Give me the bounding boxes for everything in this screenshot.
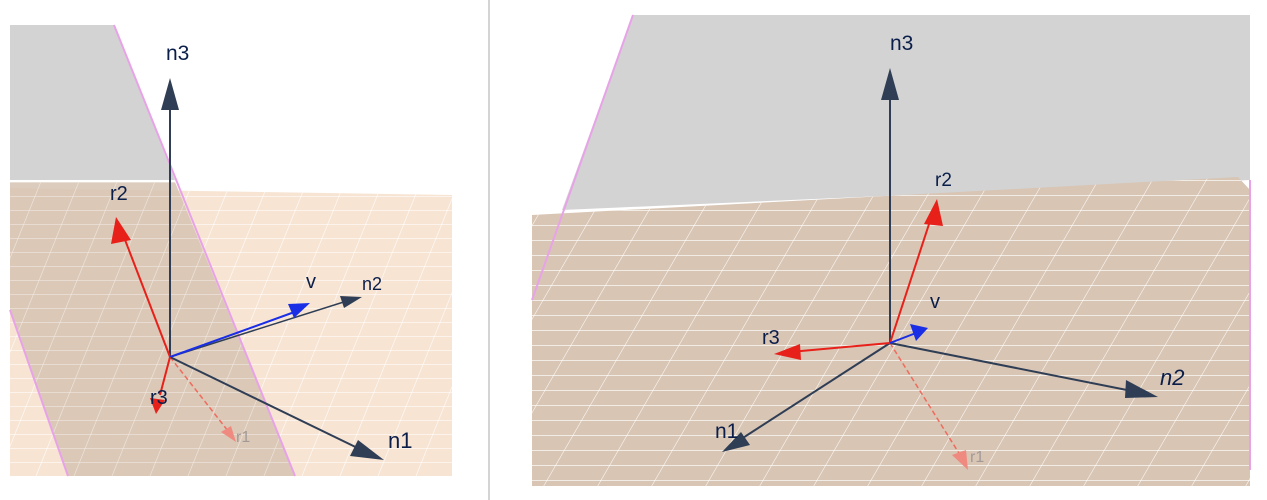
r1-label: r1 (236, 429, 250, 446)
n2-label: n2 (362, 274, 382, 294)
n3-label: n3 (890, 32, 913, 55)
n1-label: n1 (388, 428, 412, 453)
n3-label: n3 (166, 42, 189, 65)
r2-label: r2 (935, 170, 952, 191)
r3-label: r3 (150, 387, 168, 409)
n2-label: n2 (1160, 365, 1184, 390)
right-3d-view[interactable]: r1 n1 n2 r3 n3 r2 v (500, 0, 1267, 500)
n1-label: n1 (715, 420, 738, 443)
v-label: v (930, 291, 940, 313)
n3-arrowhead (161, 78, 179, 110)
left-view-canvas[interactable]: r1 n1 n3 r2 n2 v r3 (0, 0, 460, 500)
gray-plane (10, 25, 175, 180)
r3-label: r3 (762, 327, 780, 349)
r2-label: r2 (110, 183, 128, 205)
v-label: v (306, 271, 316, 293)
right-view-canvas[interactable]: r1 n1 n2 r3 n3 r2 v (500, 0, 1267, 500)
panel-divider (488, 0, 490, 500)
r1-label: r1 (970, 449, 984, 466)
left-3d-view[interactable]: r1 n1 n3 r2 n2 v r3 (0, 0, 460, 500)
